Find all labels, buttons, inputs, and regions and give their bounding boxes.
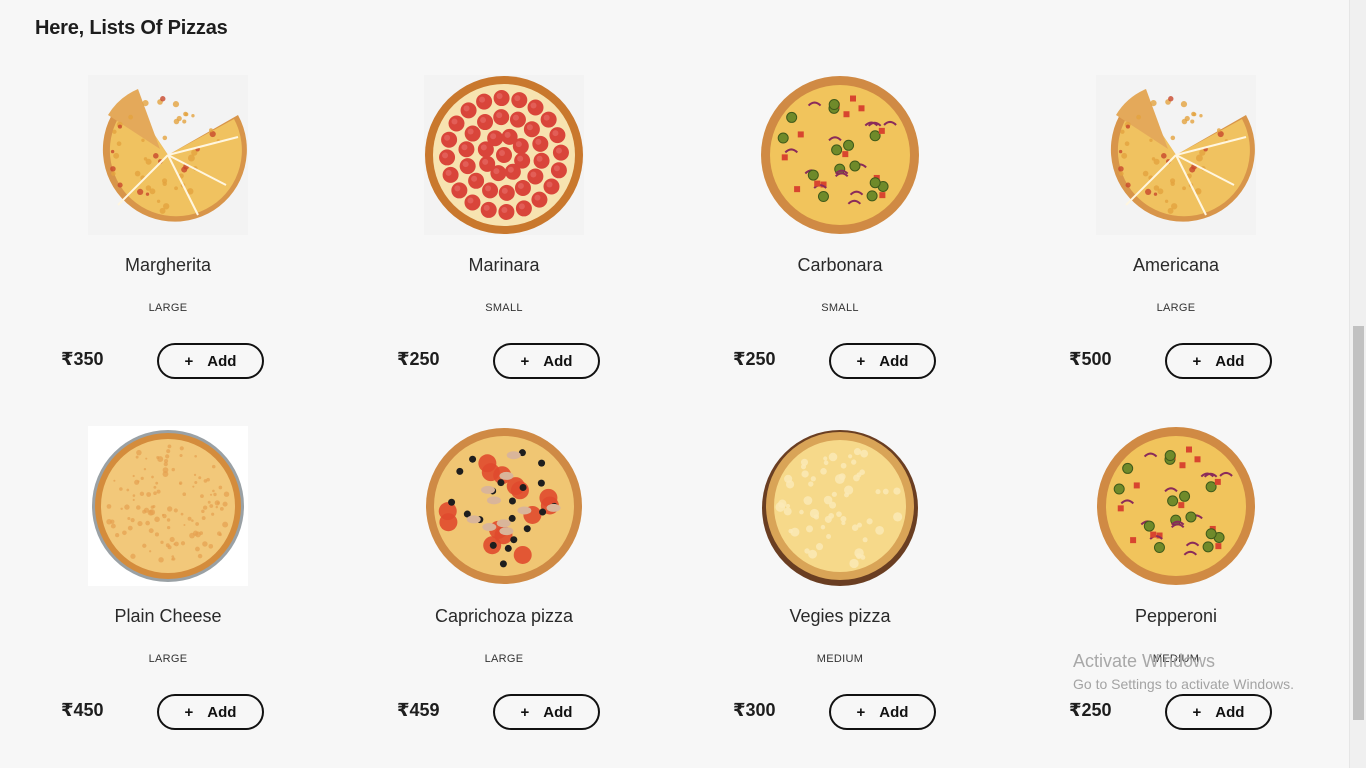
pizza-size: MEDIUM: [1152, 653, 1200, 665]
add-button-label: Add: [1215, 703, 1245, 721]
pizza-image: [424, 426, 584, 586]
plus-icon: +: [520, 352, 530, 370]
pizza-image: [88, 75, 248, 235]
add-to-cart-button[interactable]: + Add: [829, 694, 936, 730]
pizza-size: LARGE: [148, 302, 188, 314]
plus-icon: +: [1192, 703, 1202, 721]
add-button-label: Add: [879, 703, 909, 721]
pizza-name: Margherita: [124, 255, 212, 275]
pizza-name: Vegies pizza: [789, 606, 891, 626]
pizza-price: ₹500: [1069, 349, 1112, 369]
pizza-list-page: Here, Lists Of Pizzas Margherita LARGE ₹…: [0, 0, 1349, 768]
add-to-cart-button[interactable]: + Add: [1165, 343, 1272, 379]
plus-icon: +: [856, 703, 866, 721]
pizza-price: ₹300: [733, 700, 776, 720]
pizza-size: SMALL: [821, 302, 859, 314]
pizza-image: [760, 75, 920, 235]
pizza-price: ₹459: [397, 700, 440, 720]
pizza-price: ₹350: [61, 349, 104, 369]
pizza-card: Marinara SMALL ₹250 + Add: [336, 75, 672, 426]
plus-icon: +: [520, 703, 530, 721]
pizza-name: Carbonara: [797, 255, 883, 275]
pizza-image: [88, 426, 248, 586]
pizza-illustration: [1097, 427, 1255, 585]
pizza-illustration: [426, 428, 582, 584]
pizza-illustration: [761, 76, 919, 234]
vertical-scrollbar[interactable]: [1349, 0, 1366, 768]
pizza-illustration: [762, 430, 918, 586]
pizza-grid: Margherita LARGE ₹350 + Add Marinara SMA…: [0, 0, 1349, 768]
add-button-label: Add: [1215, 352, 1245, 370]
pizza-illustration: [424, 75, 584, 235]
pizza-image: [760, 426, 920, 586]
pizza-price: ₹250: [733, 349, 776, 369]
pizza-illustration: [1096, 75, 1256, 235]
pizza-image: [1096, 426, 1256, 586]
pizza-price: ₹450: [61, 700, 104, 720]
add-to-cart-button[interactable]: + Add: [493, 343, 600, 379]
pizza-size: SMALL: [485, 302, 523, 314]
pizza-name: Marinara: [468, 255, 540, 275]
add-to-cart-button[interactable]: + Add: [493, 694, 600, 730]
add-button-label: Add: [543, 352, 573, 370]
pizza-image: [424, 75, 584, 235]
pizza-card: Plain Cheese LARGE ₹450 + Add: [0, 426, 336, 768]
pizza-size: LARGE: [1156, 302, 1196, 314]
pizza-name: Americana: [1132, 255, 1220, 275]
pizza-illustration: [88, 75, 248, 235]
add-to-cart-button[interactable]: + Add: [829, 343, 936, 379]
add-button-label: Add: [543, 703, 573, 721]
plus-icon: +: [1192, 352, 1202, 370]
pizza-size: LARGE: [484, 653, 524, 665]
add-to-cart-button[interactable]: + Add: [157, 343, 264, 379]
pizza-price: ₹250: [397, 349, 440, 369]
pizza-price: ₹250: [1069, 700, 1112, 720]
pizza-name: Pepperoni: [1134, 606, 1218, 626]
add-to-cart-button[interactable]: + Add: [1165, 694, 1272, 730]
add-button-label: Add: [879, 352, 909, 370]
add-button-label: Add: [207, 703, 237, 721]
pizza-card: Pepperoni MEDIUM ₹250 + Add: [1008, 426, 1344, 768]
pizza-card: Vegies pizza MEDIUM ₹300 + Add: [672, 426, 1008, 768]
pizza-card: Caprichoza pizza LARGE ₹459 + Add: [336, 426, 672, 768]
pizza-name: Caprichoza pizza: [434, 606, 574, 626]
scrollbar-thumb[interactable]: [1353, 326, 1364, 720]
plus-icon: +: [184, 703, 194, 721]
add-to-cart-button[interactable]: + Add: [157, 694, 264, 730]
pizza-card: Americana LARGE ₹500 + Add: [1008, 75, 1344, 426]
pizza-card: Carbonara SMALL ₹250 + Add: [672, 75, 1008, 426]
pizza-size: MEDIUM: [816, 653, 864, 665]
pizza-card: Margherita LARGE ₹350 + Add: [0, 75, 336, 426]
plus-icon: +: [184, 352, 194, 370]
pizza-name: Plain Cheese: [114, 606, 222, 626]
add-button-label: Add: [207, 352, 237, 370]
pizza-illustration: [88, 426, 248, 586]
plus-icon: +: [856, 352, 866, 370]
pizza-size: LARGE: [148, 653, 188, 665]
pizza-image: [1096, 75, 1256, 235]
